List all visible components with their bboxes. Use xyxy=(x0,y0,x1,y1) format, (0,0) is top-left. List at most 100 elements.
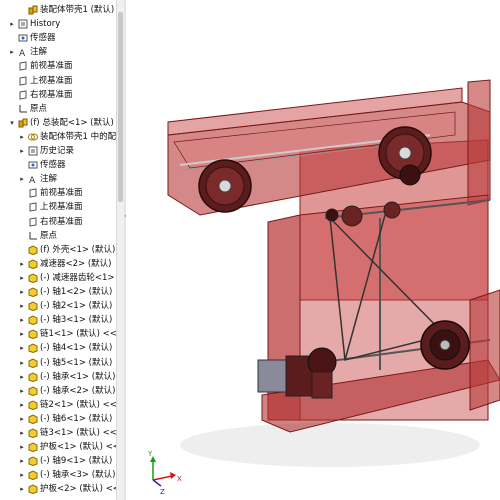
coordinate-triad: Y X Z xyxy=(147,450,182,496)
tree-item[interactable]: ▸ (-) 轴1<2> (默认) xyxy=(0,285,116,299)
expand-arrow-icon[interactable]: ▸ xyxy=(18,285,26,299)
expand-arrow-icon[interactable]: ▸ xyxy=(18,327,26,341)
expand-arrow-icon[interactable]: ▸ xyxy=(18,257,26,271)
expand-arrow-icon[interactable]: ▸ xyxy=(8,45,16,59)
expand-arrow-icon[interactable]: ▸ xyxy=(18,454,26,468)
tree-item[interactable]: ▸ (-) 轴承<2> (默认) xyxy=(0,384,116,398)
part-icon xyxy=(28,357,38,368)
tree-item[interactable]: 右视基准面 xyxy=(0,88,116,102)
tree-item[interactable]: ▸ History xyxy=(0,17,116,31)
expand-arrow-icon[interactable]: ▸ xyxy=(18,398,26,412)
part-icon xyxy=(28,428,38,439)
triad-x-label: X xyxy=(177,475,182,483)
tree-item[interactable]: ▸ (-) 轴4<1> (默认) xyxy=(0,341,116,355)
expand-arrow-icon[interactable]: ▸ xyxy=(18,341,26,355)
tree-item-label: 上视基准面 xyxy=(30,75,73,86)
tree-item[interactable]: ▸ (-) 轴6<1> (默认) xyxy=(0,412,116,426)
tree-item-label: (-) 轴5<1> (默认) xyxy=(40,357,113,368)
tree-item[interactable]: ▾ (f) 总装配<1> (默认) <默 xyxy=(0,116,116,130)
assembly-icon xyxy=(28,5,38,15)
part-icon xyxy=(28,315,38,326)
tree-item-label: 传感器 xyxy=(40,160,66,171)
expand-arrow-icon[interactable]: ▸ xyxy=(18,144,26,158)
tree-item[interactable]: ▸ 历史记录 xyxy=(0,144,116,158)
expand-arrow-icon[interactable]: ▸ xyxy=(18,370,26,384)
tree-item[interactable]: ▸ (-) 轴3<1> (默认) xyxy=(0,313,116,327)
tree-item-label: (-) 轴承<2> (默认) xyxy=(40,385,116,396)
expand-arrow-icon[interactable]: ▸ xyxy=(18,440,26,454)
tree-item-label: 减速器<2> (默认) xyxy=(40,258,112,269)
expand-arrow-icon[interactable]: ▸ xyxy=(18,356,26,370)
expand-arrow-icon[interactable]: ▾ xyxy=(8,116,16,130)
tree-item[interactable]: 传感器 xyxy=(0,158,116,172)
feature-tree-scrollbar[interactable] xyxy=(116,0,124,500)
tree-item-label: (-) 轴9<1> (默认) xyxy=(40,456,113,467)
upper-left-pulley xyxy=(198,159,252,213)
tree-item[interactable]: 原点 xyxy=(0,229,116,243)
tree-item[interactable]: ▸ (-) 轴9<1> (默认) xyxy=(0,454,116,468)
triad-z-label: Z xyxy=(160,488,165,496)
expand-arrow-icon[interactable]: ▸ xyxy=(18,299,26,313)
expand-arrow-icon[interactable]: ▸ xyxy=(18,468,26,482)
plane-icon xyxy=(18,90,28,100)
scrollbar-thumb[interactable] xyxy=(118,12,123,202)
expand-arrow-icon[interactable]: ▸ xyxy=(18,426,26,440)
tree-item[interactable]: 右视基准面 xyxy=(0,215,116,229)
tree-item[interactable]: ▸ 链3<1> (默认) << xyxy=(0,426,116,440)
mates-icon xyxy=(28,132,38,142)
expand-arrow-icon[interactable]: ▸ xyxy=(18,172,26,186)
tree-item[interactable]: ▸ (-) 减速器齿轮<1> xyxy=(0,271,116,285)
annotation-icon: A xyxy=(28,174,38,186)
tree-item[interactable]: 前视基准面 xyxy=(0,59,116,73)
expand-arrow-icon[interactable]: ▸ xyxy=(18,130,26,144)
part-icon xyxy=(28,273,38,283)
tree-item-label: 上视基准面 xyxy=(40,202,83,213)
tree-item[interactable]: ▸ (-) 轴承<1> (默认) xyxy=(0,370,116,384)
tree-item[interactable]: ▸ 链1<1> (默认) << xyxy=(0,327,116,341)
tree-item[interactable]: 传感器 xyxy=(0,31,116,45)
tree-item-label: 装配体带壳1 中的配 xyxy=(40,131,116,142)
tree-item[interactable]: ▸ A 注解 xyxy=(0,45,116,59)
graphics-viewport[interactable]: Y X Z xyxy=(126,0,500,500)
part-icon xyxy=(28,343,38,354)
tree-item[interactable]: 装配体带壳1 (默认) <默认_显 xyxy=(0,3,116,17)
part-icon xyxy=(28,287,38,298)
tree-item-label: (-) 轴2<1> (默认) xyxy=(40,301,113,312)
tree-item-label: 护板<2> (默认) << xyxy=(40,484,116,495)
tree-item-label: (-) 轴承<1> (默认) xyxy=(40,371,116,382)
part-icon xyxy=(28,470,38,481)
tree-item[interactable]: ▸ (-) 轴承<3> (默认) xyxy=(0,468,116,482)
tree-item[interactable]: ▸ A 注解 xyxy=(0,172,116,186)
tree-item-label: 链1<1> (默认) << xyxy=(40,329,116,340)
tree-item[interactable]: (f) 外壳<1> (默认) xyxy=(0,243,116,257)
expand-arrow-icon[interactable]: ▸ xyxy=(8,17,16,31)
tree-item[interactable]: ▸ 链2<1> (默认) << xyxy=(0,398,116,412)
tree-item[interactable]: 上视基准面 xyxy=(0,200,116,214)
tree-item[interactable]: ▸ (-) 轴2<1> (默认) xyxy=(0,299,116,313)
tree-item[interactable]: ▸ 护板<2> (默认) << xyxy=(0,482,116,496)
tree-item[interactable]: 原点 xyxy=(0,102,116,116)
part-icon xyxy=(28,456,38,467)
part-icon xyxy=(28,245,38,255)
tree-item-label: (f) 总装配<1> (默认) <默 xyxy=(30,117,116,128)
plane-icon xyxy=(18,75,28,86)
tree-item[interactable]: ▸ 减速器<2> (默认) xyxy=(0,257,116,271)
tree-item-label: 链2<1> (默认) << xyxy=(40,399,116,410)
expand-arrow-icon[interactable]: ▸ xyxy=(18,313,26,327)
tree-item[interactable]: ▸ 护板<1> (默认) << xyxy=(0,440,116,454)
expand-arrow-icon[interactable]: ▸ xyxy=(18,482,26,496)
part-icon xyxy=(28,386,38,396)
plane-icon xyxy=(28,188,38,198)
expand-arrow-icon[interactable]: ▸ xyxy=(18,412,26,426)
tree-item[interactable]: 上视基准面 xyxy=(0,74,116,88)
part-icon xyxy=(28,484,38,495)
tree-item[interactable]: ▸ (-) 轴5<1> (默认) xyxy=(0,356,116,370)
expand-arrow-icon[interactable]: ▸ xyxy=(18,271,26,285)
tree-item[interactable]: ▸ 装配体带壳1 中的配 xyxy=(0,130,116,144)
expand-arrow-icon[interactable]: ▸ xyxy=(18,384,26,398)
tree-item[interactable]: 前视基准面 xyxy=(0,186,116,200)
